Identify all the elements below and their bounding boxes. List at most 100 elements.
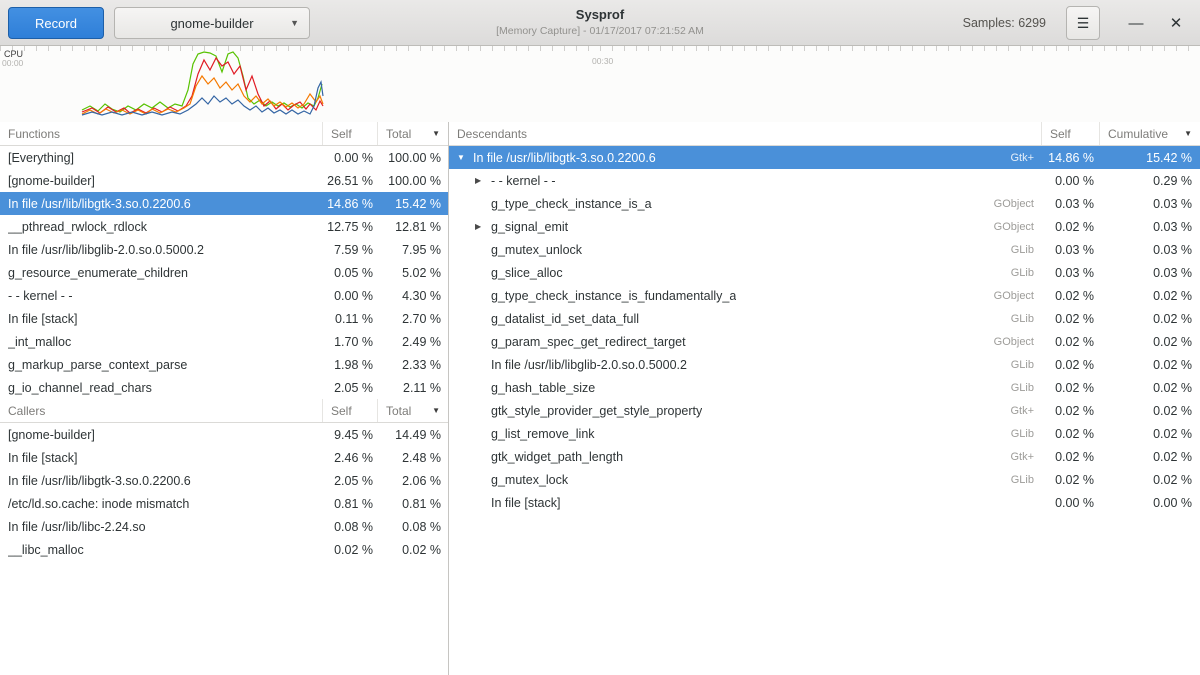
cpu-timeline-graph[interactable]: CPU 00:00 00:30 [0,46,1200,122]
symbol-name: In file /usr/lib/libgtk-3.so.0.2200.6 [473,151,656,165]
header-bar: Record gnome-builder ▼ Sysprof [Memory C… [0,0,1200,46]
cumulative-percent: 0.02 % [1100,381,1200,395]
symbol-name: g_list_remove_link [491,427,595,441]
table-row[interactable]: ▶g_signal_emitGObject0.02 %0.03 % [449,215,1200,238]
table-row[interactable]: [gnome-builder]9.45 %14.49 % [0,423,448,446]
table-row[interactable]: g_mutex_lockGLib0.02 %0.02 % [449,468,1200,491]
library-tag: GObject [986,336,1034,348]
column-header-descendants[interactable]: Descendants [449,122,1042,145]
library-tag: GObject [986,290,1034,302]
table-row[interactable]: g_type_check_instance_is_fundamentally_a… [449,284,1200,307]
sort-arrow-icon: ▼ [432,129,440,138]
table-row[interactable]: [gnome-builder]26.51 %100.00 % [0,169,448,192]
descendants-table-header: Descendants Self Cumulative ▼ [449,122,1200,146]
callers-table: [gnome-builder]9.45 %14.49 %In file [sta… [0,423,448,561]
self-percent: 12.75 % [323,220,378,234]
close-button[interactable]: ✕ [1162,6,1190,40]
table-row[interactable]: In file /usr/lib/libgtk-3.so.0.2200.614.… [0,192,448,215]
record-button[interactable]: Record [8,7,104,39]
symbol-name: g_markup_parse_context_parse [8,358,187,372]
table-row[interactable]: /etc/ld.so.cache: inode mismatch0.81 %0.… [0,492,448,515]
self-percent: 0.02 % [1042,335,1100,349]
column-header-total[interactable]: Total ▼ [378,122,448,145]
table-row[interactable]: g_hash_table_sizeGLib0.02 %0.02 % [449,376,1200,399]
self-percent: 9.45 % [323,428,378,442]
table-row[interactable]: g_mutex_unlockGLib0.03 %0.03 % [449,238,1200,261]
table-row[interactable]: g_markup_parse_context_parse1.98 %2.33 % [0,353,448,376]
total-percent: 2.49 % [378,335,448,349]
right-panel: Descendants Self Cumulative ▼ ▼In file /… [449,122,1200,675]
symbol-name: g_param_spec_get_redirect_target [491,335,686,349]
self-percent: 0.00 % [323,151,378,165]
self-percent: 0.02 % [1042,312,1100,326]
table-row[interactable]: In file /usr/lib/libc-2.24.so0.08 %0.08 … [0,515,448,538]
library-tag: GObject [986,198,1034,210]
column-header-callers[interactable]: Callers [0,399,323,422]
table-row[interactable]: gtk_widget_path_lengthGtk+0.02 %0.02 % [449,445,1200,468]
table-row[interactable]: __pthread_rwlock_rdlock12.75 %12.81 % [0,215,448,238]
collapse-expander-icon[interactable]: ▼ [457,153,473,162]
symbol-name: _int_malloc [8,335,71,349]
table-row[interactable]: _int_malloc1.70 %2.49 % [0,330,448,353]
total-percent: 7.95 % [378,243,448,257]
library-tag: GLib [1003,244,1034,256]
column-header-total[interactable]: Total ▼ [378,399,448,422]
self-percent: 0.00 % [323,289,378,303]
table-row[interactable]: In file /usr/lib/libgtk-3.so.0.2200.62.0… [0,469,448,492]
symbol-name: __libc_malloc [8,543,84,557]
self-percent: 0.08 % [323,520,378,534]
app-title: Sysprof [300,7,900,22]
table-row[interactable]: ▼In file /usr/lib/libgtk-3.so.0.2200.6Gt… [449,146,1200,169]
table-row[interactable]: In file /usr/lib/libglib-2.0.so.0.5000.2… [0,238,448,261]
table-row[interactable]: __libc_malloc0.02 %0.02 % [0,538,448,561]
table-row[interactable]: In file [stack]0.00 %0.00 % [449,491,1200,514]
table-row[interactable]: In file [stack]2.46 %2.48 % [0,446,448,469]
column-header-self[interactable]: Self [323,399,378,422]
library-tag: Gtk+ [1002,451,1034,463]
window-title-area: Sysprof [Memory Capture] - 01/17/2017 07… [300,7,900,37]
self-percent: 0.02 % [1042,381,1100,395]
total-percent: 5.02 % [378,266,448,280]
table-row[interactable]: g_slice_allocGLib0.03 %0.03 % [449,261,1200,284]
symbol-name: g_mutex_unlock [491,243,582,257]
library-tag: GLib [1003,382,1034,394]
symbol-name: In file /usr/lib/libc-2.24.so [8,520,146,534]
capture-subtitle: [Memory Capture] - 01/17/2017 07:21:52 A… [300,25,900,37]
column-header-functions[interactable]: Functions [0,122,323,145]
expand-expander-icon[interactable]: ▶ [475,222,491,231]
process-selector-label: gnome-builder [170,16,253,31]
column-header-self[interactable]: Self [323,122,378,145]
table-row[interactable]: In file /usr/lib/libglib-2.0.so.0.5000.2… [449,353,1200,376]
self-percent: 0.02 % [1042,358,1100,372]
table-row[interactable]: g_datalist_id_set_data_fullGLib0.02 %0.0… [449,307,1200,330]
total-percent: 2.70 % [378,312,448,326]
total-percent: 4.30 % [378,289,448,303]
symbol-name: [gnome-builder] [8,428,95,442]
table-row[interactable]: g_type_check_instance_is_aGObject0.03 %0… [449,192,1200,215]
table-row[interactable]: g_resource_enumerate_children0.05 %5.02 … [0,261,448,284]
header-right-controls: Samples: 6299 ☰ — ✕ [963,0,1190,46]
symbol-name: [Everything] [8,151,74,165]
expand-expander-icon[interactable]: ▶ [475,176,491,185]
column-header-cumulative[interactable]: Cumulative ▼ [1100,122,1200,145]
symbol-name: /etc/ld.so.cache: inode mismatch [8,497,189,511]
table-row[interactable]: g_io_channel_read_chars2.05 %2.11 % [0,376,448,399]
hamburger-menu-button[interactable]: ☰ [1066,6,1100,40]
table-row[interactable]: [Everything]0.00 %100.00 % [0,146,448,169]
column-header-self[interactable]: Self [1042,122,1100,145]
table-row[interactable]: In file [stack]0.11 %2.70 % [0,307,448,330]
library-tag: GObject [986,221,1034,233]
table-row[interactable]: gtk_style_provider_get_style_propertyGtk… [449,399,1200,422]
total-percent: 12.81 % [378,220,448,234]
table-row[interactable]: g_list_remove_linkGLib0.02 %0.02 % [449,422,1200,445]
process-selector-dropdown[interactable]: gnome-builder ▼ [114,7,310,39]
minimize-button[interactable]: — [1122,6,1150,40]
table-row[interactable]: ▶- - kernel - -0.00 %0.29 % [449,169,1200,192]
cumulative-percent: 15.42 % [1100,151,1200,165]
self-percent: 14.86 % [323,197,378,211]
table-row[interactable]: g_param_spec_get_redirect_target GObject 0… [449,330,1200,353]
table-row[interactable]: - - kernel - -0.00 %4.30 % [0,284,448,307]
symbol-name: g_mutex_lock [491,473,568,487]
cumulative-percent: 0.02 % [1100,450,1200,464]
self-percent: 1.98 % [323,358,378,372]
